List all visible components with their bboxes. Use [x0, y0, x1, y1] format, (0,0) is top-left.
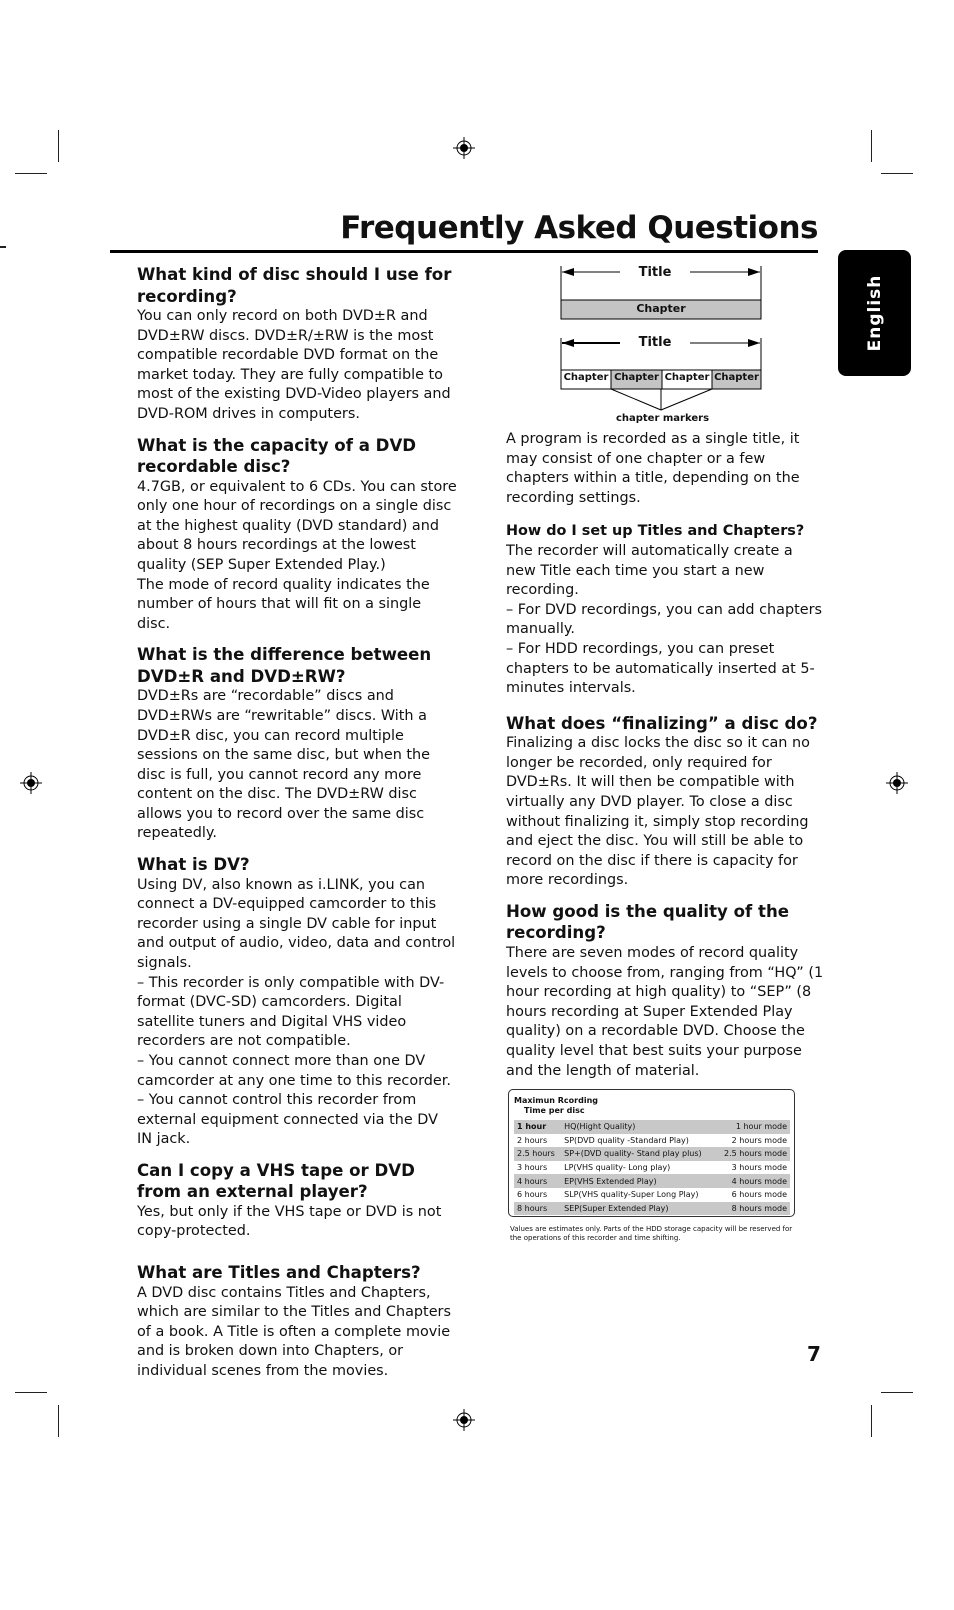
arrow-right-icon — [748, 339, 760, 347]
faq-question: What is the difference between DVD±R and… — [137, 645, 432, 686]
diagram-caption: A program is recorded as a single title,… — [506, 431, 800, 506]
crop-mark — [871, 1405, 872, 1437]
faq-question: How good is the quality of the recording… — [506, 901, 790, 943]
table-cell-time: 8 hours — [514, 1201, 562, 1216]
arrow-right-icon — [748, 268, 760, 276]
faq-item: What is the difference between DVD±R and… — [137, 644, 457, 844]
faq-question: What is the capacity of a DVD recordable… — [137, 435, 417, 477]
arrow-left-icon — [562, 339, 574, 347]
faq-item: What are Titles and Chapters? A DVD disc … — [137, 1262, 457, 1381]
faq-item: Can I copy a VHS tape or DVD from an ext… — [137, 1160, 457, 1242]
right-column: A program is recorded as a single title,… — [506, 430, 824, 1091]
table-header-line: Maximun Rcording — [514, 1096, 599, 1105]
table-header: Maximun Rcording Time per disc — [514, 1096, 598, 1116]
faq-answer: The recorder will automatically create a… — [506, 542, 823, 697]
table-row: 2.5 hours SP+(DVD quality- Stand play plu… — [514, 1147, 790, 1161]
table-cell-time: 1 hour — [514, 1120, 562, 1134]
table-cell-mode: HQ(Hight Quality) — [561, 1120, 716, 1134]
table-cell-mode-name: 2 hours mode — [731, 1135, 787, 1145]
faq-answer: Finalizing a disc locks the disc so it c… — [506, 735, 810, 889]
table-row: 1 hour HQ(Hight Quality) 1 hour mode — [514, 1120, 790, 1134]
table-cell-mode-name: 8 hours mode — [715, 1201, 790, 1216]
faq-answer: DVD±Rs are “recordable” discs and DVD±RW… — [137, 688, 431, 842]
table-cell-mode: SP+(DVD quality- Stand play plus) — [561, 1147, 716, 1161]
crop-mark — [58, 1405, 59, 1437]
crop-mark — [58, 130, 59, 162]
registration-mark-icon — [20, 772, 42, 794]
faq-item: What does “finalizing” a disc do? Finaliz… — [506, 713, 824, 891]
faq-question: Can I copy a VHS tape or DVD from an ext… — [137, 1160, 415, 1202]
crop-mark — [871, 130, 872, 162]
chapter-label: Chapter — [614, 372, 659, 383]
arrow-left-icon — [562, 268, 574, 276]
faq-question: How do I set up Titles and Chapters? — [506, 523, 805, 540]
faq-item: What is the capacity of a DVD recordable… — [137, 435, 457, 635]
recording-table: 1 hour HQ(Hight Quality) 1 hour mode 2 hour… — [514, 1120, 790, 1216]
registration-mark-icon — [886, 772, 908, 794]
table-cell-mode: SP(DVD quality -Standard Play) — [564, 1135, 689, 1145]
chapter-label: Chapter — [636, 302, 686, 315]
faq-item: What kind of disc should I use for recor… — [137, 264, 457, 425]
faq-question: What does “finalizing” a disc do? — [506, 713, 818, 733]
faq-answer: There are seven modes of record quality … — [506, 944, 824, 1079]
crop-mark — [0, 246, 6, 248]
table-cell-mode-name: 4 hours mode — [715, 1174, 790, 1188]
table-row: 2 hours SP(DVD quality -Standard Play) 2 h… — [514, 1134, 790, 1148]
table-cell-mode: EP(VHS Extended Play) — [561, 1174, 716, 1188]
crop-mark — [881, 1392, 913, 1393]
recording-time-table: Maximun Rcording Time per disc 1 hour HQ(… — [508, 1089, 795, 1217]
table-cell-mode-name: 6 hours mode — [731, 1190, 787, 1200]
chapter-marker-line — [660, 388, 713, 411]
faq-answer: You can only record on both DVD±R and DV… — [137, 308, 451, 422]
table-row: 6 hours SLP(VHS quality-Super Long Play) 6… — [514, 1188, 790, 1202]
faq-question: What are Titles and Chapters? — [137, 1263, 421, 1283]
table-cell-mode-name: 3 hours mode — [731, 1163, 787, 1173]
table-cell-time: 2 hours — [517, 1135, 548, 1145]
table-footnote: Values are estimates only. Parts of the … — [510, 1225, 793, 1242]
faq-answer: 4.7GB, or equivalent to 6 CDs. You can s… — [137, 478, 457, 632]
faq-answer: A DVD disc contains Titles and Chapters,… — [137, 1284, 451, 1379]
crop-mark — [15, 1392, 47, 1393]
faq-question: What is DV? — [137, 855, 250, 875]
crop-mark — [881, 173, 913, 174]
language-tab-label: English — [864, 274, 885, 352]
page-number: 7 — [807, 1342, 821, 1366]
faq-item: What is DV? Using DV, also known as i.LIN… — [137, 854, 457, 1150]
registration-mark-icon — [453, 1409, 475, 1431]
left-column: What kind of disc should I use for recor… — [137, 264, 457, 1392]
language-tab: English — [838, 250, 911, 376]
table-row: 8 hours SEP(Super Extended Play) 8 hours m… — [514, 1201, 790, 1216]
faq-question: What kind of disc should I use for recor… — [137, 265, 452, 306]
registration-mark-icon — [453, 137, 475, 159]
table-cell-mode: SEP(Super Extended Play) — [561, 1201, 716, 1216]
table-cell-mode: SLP(VHS quality-Super Long Play) — [564, 1190, 699, 1200]
table-cell-time: 2.5 hours — [514, 1147, 562, 1161]
title-label: Title — [638, 335, 672, 350]
table-cell-mode-name: 2.5 hours mode — [715, 1147, 790, 1161]
table-row: 3 hours LP(VHS quality- Long play) 3 hours… — [514, 1161, 790, 1175]
table-header-line: Time per disc — [524, 1106, 585, 1115]
faq-answer: Yes, but only if the VHS tape or DVD is … — [137, 1203, 442, 1240]
faq-item: How do I set up Titles and Chapters? The … — [506, 522, 824, 698]
table-cell-time: 6 hours — [517, 1190, 548, 1200]
chapter-label: Chapter — [563, 372, 609, 383]
table-cell-mode: LP(VHS quality- Long play) — [564, 1163, 671, 1173]
chapter-marker-line — [610, 388, 662, 411]
chapter-markers-label: chapter markers — [615, 413, 710, 424]
table-cell-mode-name: 1 hour mode — [715, 1120, 790, 1134]
faq-answer: Using DV, also known as i.LINK, you can … — [137, 876, 456, 1148]
title-chapter-diagram: Title Chapter Title Chapter Chapter Chap… — [560, 262, 765, 432]
table-cell-time: 3 hours — [517, 1163, 548, 1173]
crop-mark — [15, 173, 47, 174]
chapter-label: Chapter — [714, 372, 759, 383]
chapter-label: Chapter — [664, 372, 710, 383]
faq-item: How good is the quality of the recording… — [506, 901, 824, 1081]
page-title: Frequently Asked Questions — [340, 210, 818, 246]
table-row: 4 hours EP(VHS Extended Play) 4 hours mode — [514, 1174, 790, 1188]
title-label: Title — [638, 265, 672, 280]
table-cell-time: 4 hours — [514, 1174, 562, 1188]
title-rule — [110, 250, 818, 253]
